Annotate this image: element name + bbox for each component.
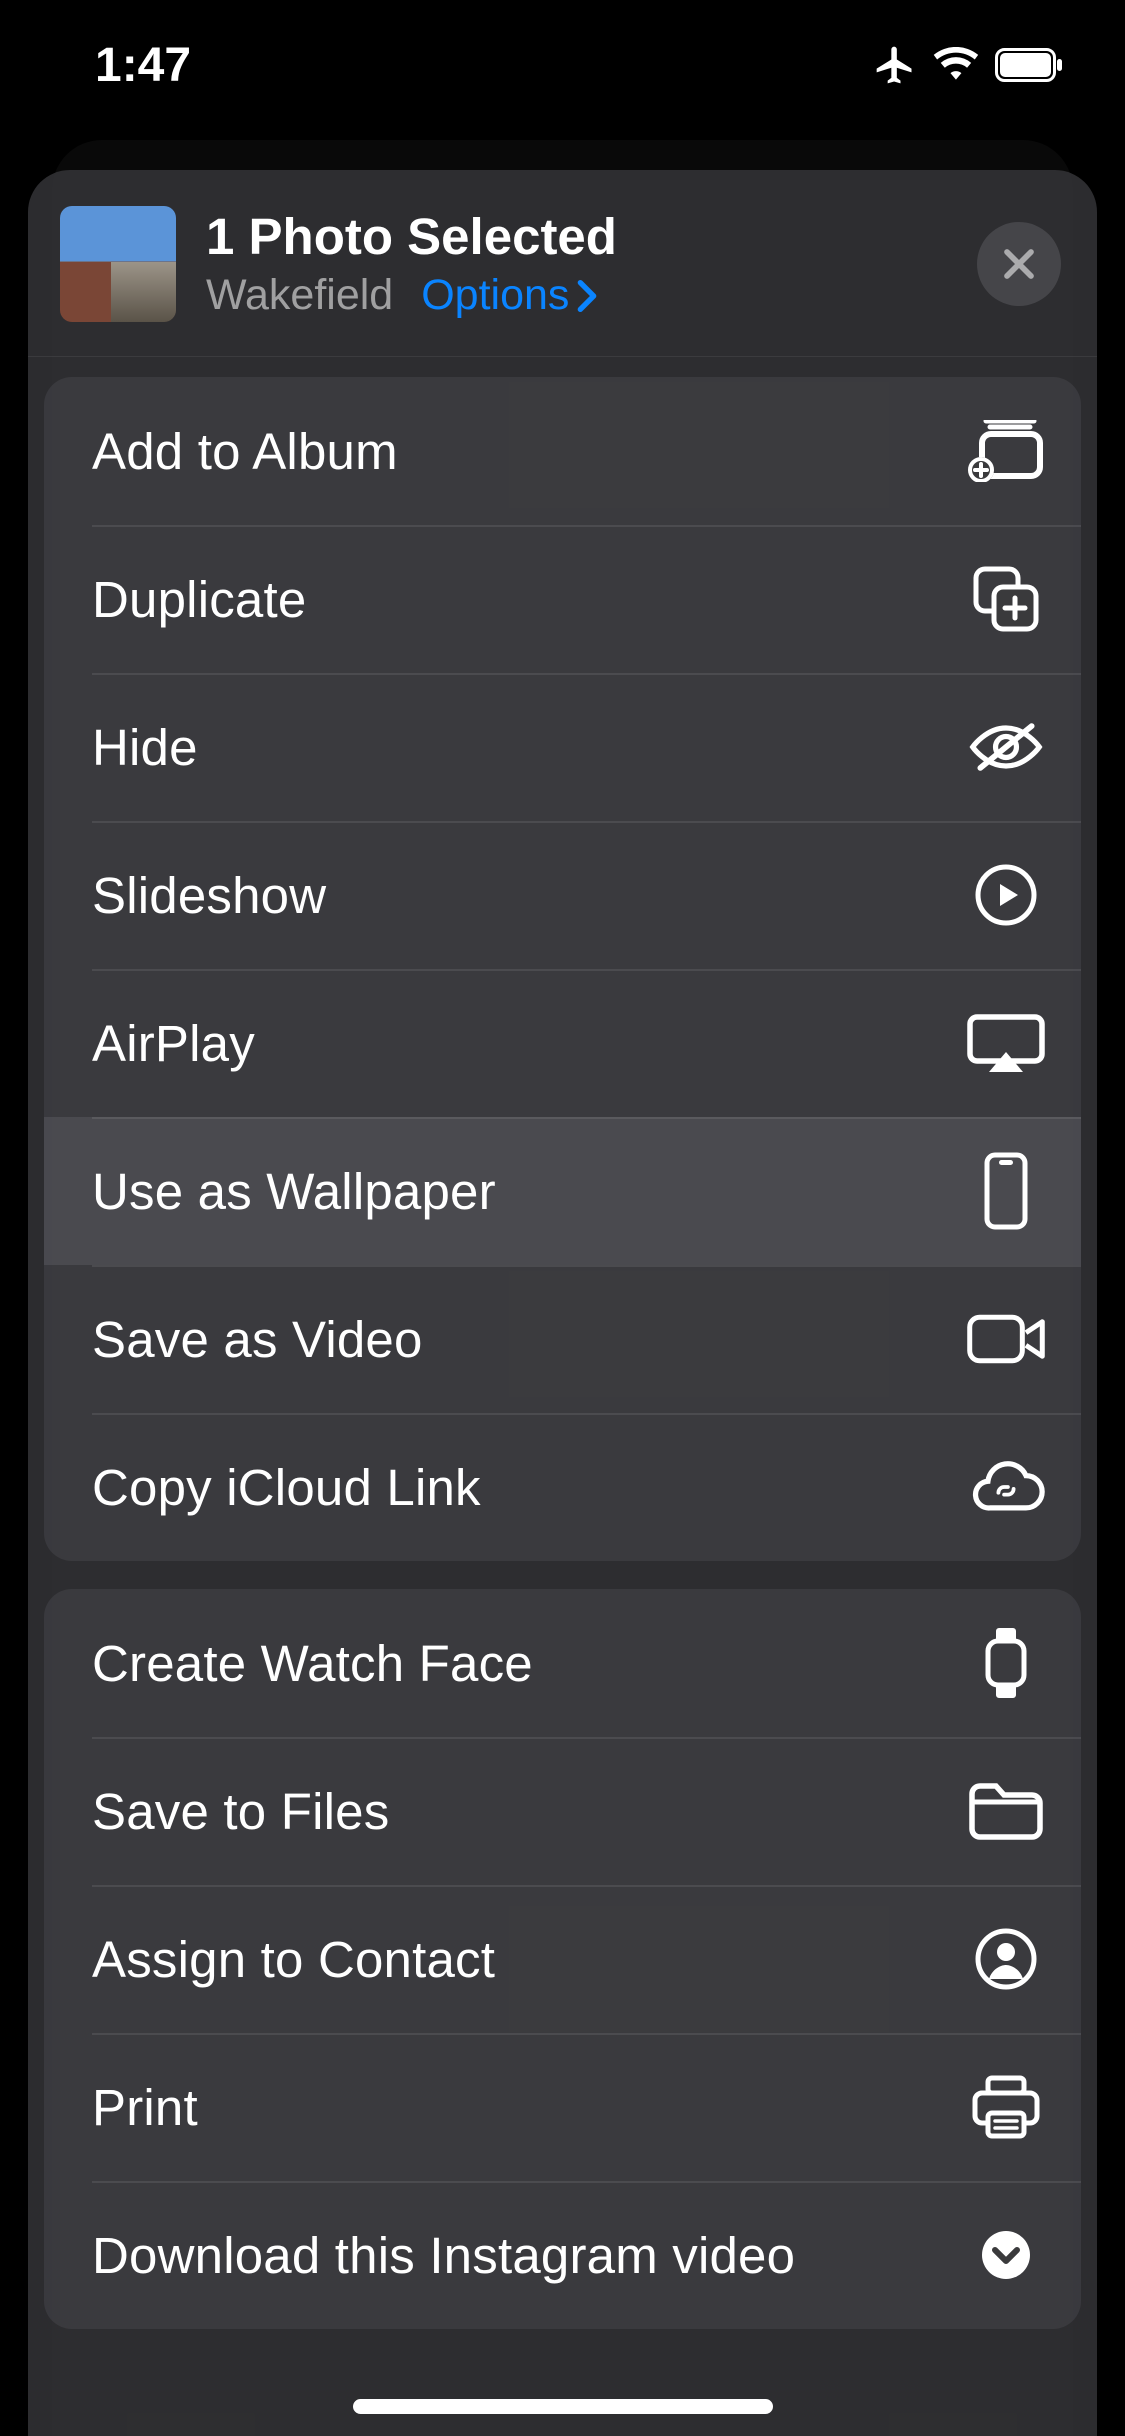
status-bar: 1:47	[0, 0, 1125, 130]
watch-icon	[967, 1627, 1045, 1699]
action-label: Hide	[92, 718, 198, 777]
action-add-to-album[interactable]: Add to Album	[44, 377, 1081, 525]
eye-slash-icon	[967, 719, 1045, 775]
action-assign-to-contact[interactable]: Assign to Contact	[44, 1885, 1081, 2033]
status-time: 1:47	[95, 38, 191, 93]
chevron-right-icon	[577, 280, 597, 312]
action-group: Add to Album Duplicate Hide Slideshow	[44, 377, 1081, 1561]
action-label: Duplicate	[92, 570, 306, 629]
photo-thumbnail[interactable]	[60, 206, 176, 322]
header-titles: 1 Photo Selected Wakefield Options	[206, 208, 947, 320]
header-title: 1 Photo Selected	[206, 208, 947, 267]
action-label: AirPlay	[92, 1014, 255, 1073]
action-duplicate[interactable]: Duplicate	[44, 525, 1081, 673]
action-airplay[interactable]: AirPlay	[44, 969, 1081, 1117]
action-label: Print	[92, 2078, 198, 2137]
play-circle-icon	[967, 864, 1045, 926]
action-label: Save to Files	[92, 1782, 389, 1841]
home-indicator[interactable]	[353, 2399, 773, 2414]
chevron-circle-icon	[967, 2229, 1045, 2281]
action-label: Slideshow	[92, 866, 326, 925]
action-label: Save as Video	[92, 1310, 423, 1369]
options-link[interactable]: Options	[421, 271, 597, 320]
airplane-icon	[873, 43, 917, 87]
action-label: Use as Wallpaper	[92, 1162, 496, 1221]
header-subtitle: Wakefield	[206, 271, 393, 320]
action-download-instagram-video[interactable]: Download this Instagram video	[44, 2181, 1081, 2329]
action-copy-icloud-link[interactable]: Copy iCloud Link	[44, 1413, 1081, 1561]
action-list: Add to Album Duplicate Hide Slideshow	[28, 357, 1097, 2329]
video-icon	[967, 1312, 1045, 1366]
action-group: Create Watch Face Save to Files Assign t…	[44, 1589, 1081, 2329]
action-save-as-video[interactable]: Save as Video	[44, 1265, 1081, 1413]
print-icon	[967, 2075, 1045, 2139]
cloud-link-icon	[967, 1459, 1045, 1515]
close-icon	[1001, 246, 1037, 282]
airplay-icon	[967, 1014, 1045, 1072]
battery-icon	[995, 48, 1065, 82]
sheet-header: 1 Photo Selected Wakefield Options	[28, 170, 1097, 357]
action-print[interactable]: Print	[44, 2033, 1081, 2181]
action-save-to-files[interactable]: Save to Files	[44, 1737, 1081, 1885]
wifi-icon	[933, 47, 979, 83]
duplicate-icon	[967, 566, 1045, 632]
action-slideshow[interactable]: Slideshow	[44, 821, 1081, 969]
action-hide[interactable]: Hide	[44, 673, 1081, 821]
action-label: Create Watch Face	[92, 1634, 533, 1693]
phone-icon	[967, 1152, 1045, 1230]
folder-icon	[967, 1782, 1045, 1840]
share-sheet: 1 Photo Selected Wakefield Options Add t…	[28, 170, 1097, 2436]
album-add-icon	[967, 420, 1045, 482]
status-icons	[873, 43, 1065, 87]
options-link-label: Options	[421, 271, 569, 320]
person-circle-icon	[967, 1928, 1045, 1990]
action-label: Download this Instagram video	[92, 2226, 795, 2285]
action-use-as-wallpaper[interactable]: Use as Wallpaper	[44, 1117, 1081, 1265]
action-label: Assign to Contact	[92, 1930, 495, 1989]
action-create-watch-face[interactable]: Create Watch Face	[44, 1589, 1081, 1737]
action-label: Copy iCloud Link	[92, 1458, 481, 1517]
action-label: Add to Album	[92, 422, 398, 481]
close-button[interactable]	[977, 222, 1061, 306]
